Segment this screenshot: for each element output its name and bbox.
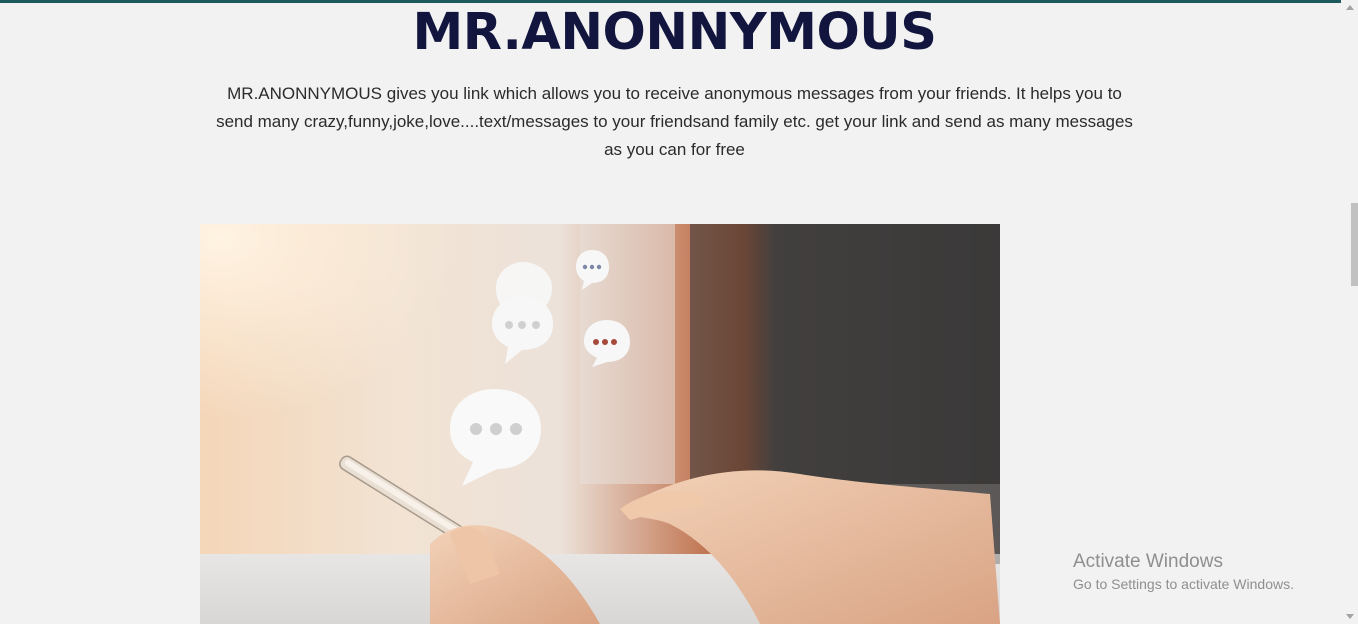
scroll-down-icon[interactable]: [1346, 614, 1354, 619]
vertical-scrollbar[interactable]: [1341, 0, 1358, 624]
hero-image: [200, 224, 1000, 624]
hero-description: MR.ANONNYMOUS gives you link which allow…: [216, 84, 1133, 159]
phone-chat-photo-icon: [200, 224, 1000, 624]
watermark-title: Activate Windows: [1073, 551, 1223, 572]
windows-activation-watermark: Activate Windows Go to Settings to activ…: [1073, 550, 1294, 594]
scroll-up-icon[interactable]: [1346, 5, 1354, 10]
page-title: MR.ANONNYMOUS: [412, 3, 937, 62]
watermark-subtitle: Go to Settings to activate Windows.: [1073, 576, 1294, 592]
scrollbar-thumb[interactable]: [1351, 203, 1358, 286]
